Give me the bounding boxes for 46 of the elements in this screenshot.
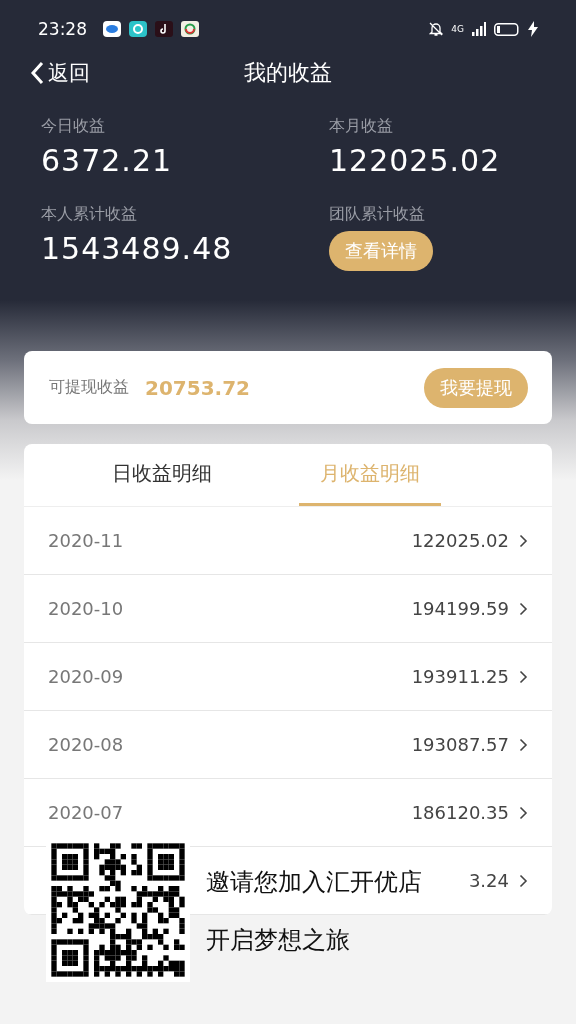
stat-label: 本月收益	[329, 116, 393, 137]
chevron-right-icon	[519, 737, 528, 752]
earnings-row[interactable]: 2020-11 122025.02	[24, 507, 552, 575]
earnings-row[interactable]: 2020-09 193911.25	[24, 643, 552, 711]
stat-value: 122025.02	[329, 143, 501, 178]
earnings-value: 193087.57	[411, 734, 509, 755]
earnings-value: 186120.35	[411, 802, 509, 823]
withdraw-label: 可提现收益	[49, 377, 129, 398]
app-icon	[129, 21, 147, 37]
chevron-left-icon	[30, 61, 44, 85]
stat-value: 6372.21	[41, 143, 173, 178]
signal-icon	[472, 22, 486, 36]
tab[interactable]: 日收益明细	[24, 444, 299, 506]
stat-label: 今日收益	[41, 116, 105, 137]
month-label: 2020-10	[48, 598, 124, 619]
chevron-right-icon	[519, 601, 528, 616]
invite-text: 开启梦想之旅	[206, 925, 351, 956]
month-label: 2020-09	[48, 666, 124, 687]
bell-off-icon	[429, 21, 444, 37]
earnings-value: 3.24	[468, 870, 509, 891]
network-label: 4G	[451, 24, 464, 34]
earnings-row[interactable]: 2020-08 193087.57	[24, 711, 552, 779]
chevron-right-icon	[519, 669, 528, 684]
status-time: 23:28	[38, 19, 87, 39]
withdraw-amount: 20753.72	[145, 375, 250, 400]
back-button[interactable]: 返回	[30, 59, 90, 87]
battery-icon	[494, 22, 520, 36]
charging-icon	[528, 21, 538, 37]
earnings-row[interactable]: 2020-10 194199.59	[24, 575, 552, 643]
stat-label: 本人累计收益	[41, 204, 137, 225]
month-label: 2020-07	[48, 802, 124, 823]
invite-text: 邀请您加入汇开优店	[206, 867, 422, 898]
page-title: 我的收益	[244, 59, 332, 87]
app-icon	[155, 21, 173, 37]
earnings-value: 194199.59	[411, 598, 509, 619]
month-label: 2020-08	[48, 734, 124, 755]
app-icon	[103, 21, 121, 37]
app-icon	[181, 21, 199, 37]
stat-value: 1543489.48	[41, 231, 233, 266]
chevron-right-icon	[519, 873, 528, 888]
month-label: 2020-11	[48, 530, 124, 551]
earnings-value: 193911.25	[411, 666, 509, 687]
chevron-right-icon	[519, 533, 528, 548]
earnings-value: 122025.02	[411, 530, 509, 551]
stat-label: 团队累计收益	[329, 204, 425, 225]
chevron-right-icon	[519, 805, 528, 820]
